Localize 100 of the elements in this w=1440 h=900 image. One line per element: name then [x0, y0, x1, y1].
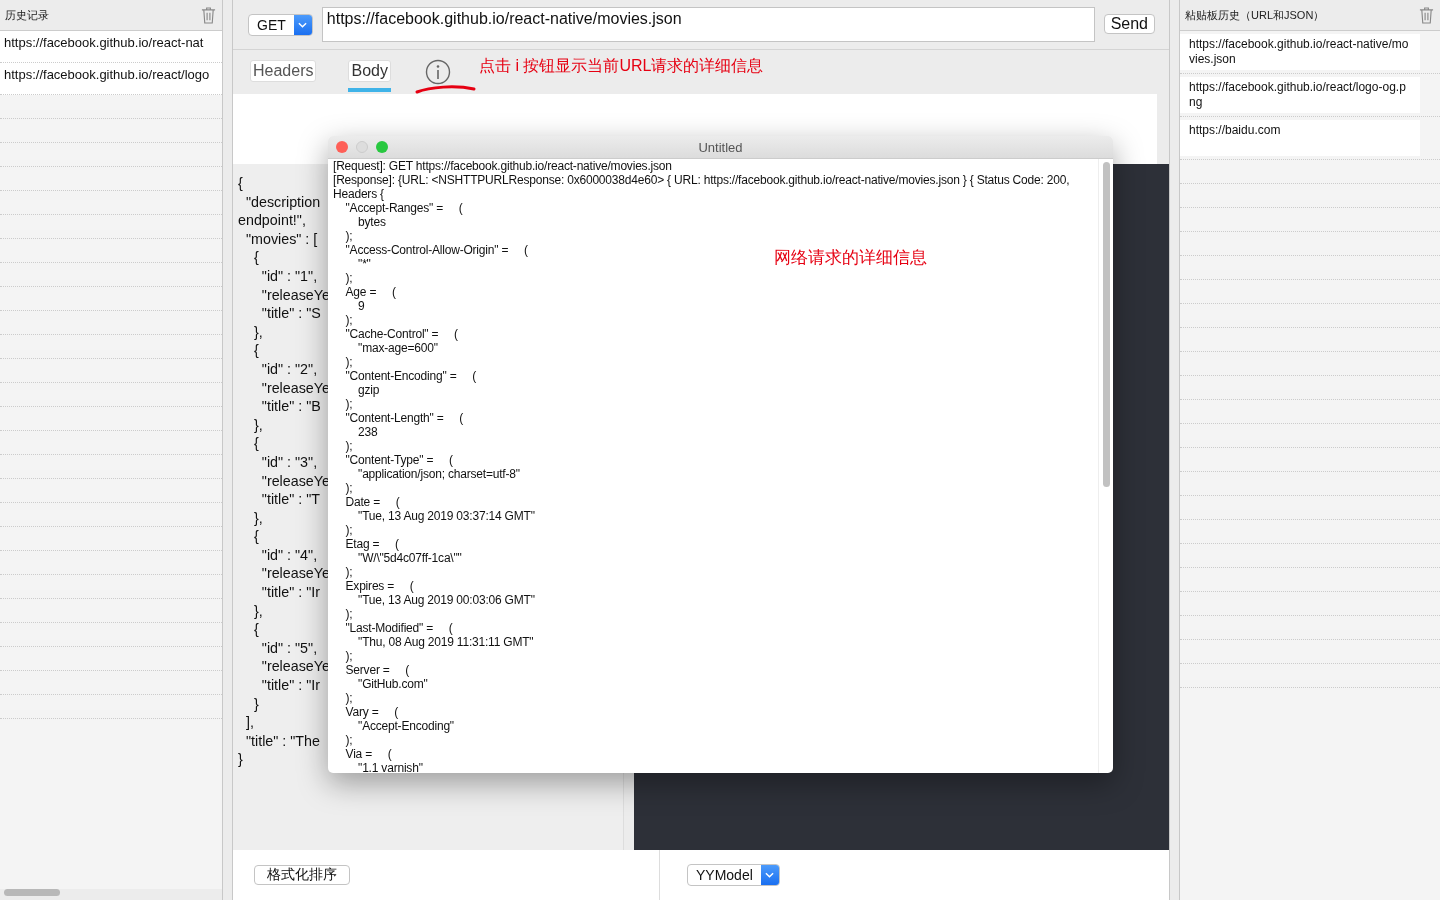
clipboard-item[interactable]: https://facebook.github.io/react/logo-og.png: [1180, 77, 1420, 113]
response-line: "*": [357, 257, 371, 271]
response-line: );: [344, 355, 353, 369]
json-line: "id" : "1",: [260, 266, 318, 286]
response-line: );: [344, 691, 353, 705]
trash-icon[interactable]: [201, 6, 216, 24]
response-line: );: [344, 523, 353, 537]
json-line: "title" : "B: [260, 397, 321, 416]
response-line: "Tue, 13 Aug 2019 03:37:14 GMT": [357, 509, 535, 523]
json-line: },: [252, 322, 263, 342]
response-line: );: [344, 271, 353, 285]
json-line: },: [252, 415, 263, 435]
history-item[interactable]: https://facebook.github.io/react-nat: [0, 31, 222, 63]
response-line: "W/\"5d4c07ff-1ca\"": [357, 551, 462, 565]
response-line: );: [344, 229, 353, 243]
response-line: gzip: [357, 383, 380, 397]
json-line: "releaseYe: [260, 471, 330, 491]
minimize-icon[interactable]: [356, 141, 368, 153]
json-line: },: [252, 601, 263, 621]
json-line: "title" : "T: [260, 490, 320, 509]
chevron-icon: [765, 872, 775, 878]
chevron-icon: [298, 22, 308, 28]
json-line: }: [252, 694, 259, 714]
response-line: Vary = (: [344, 705, 398, 719]
response-line: );: [344, 397, 353, 411]
json-line: "id" : "5",: [260, 638, 318, 658]
info-icon[interactable]: [424, 59, 451, 85]
response-line: Age = (: [344, 285, 396, 299]
response-line: "Content-Encoding" = (: [344, 369, 476, 383]
response-line: Server = (: [344, 663, 410, 677]
json-line: "id" : "4",: [260, 545, 318, 565]
json-line: "releaseYe: [260, 378, 330, 398]
response-line: "max-age=600": [357, 341, 438, 355]
zoom-icon[interactable]: [376, 141, 388, 153]
json-line: "movies" : [: [244, 229, 318, 249]
json-line: },: [252, 508, 263, 528]
response-line: );: [344, 565, 353, 579]
method-select[interactable]: GET: [248, 14, 313, 36]
response-line: "Accept-Encoding": [357, 719, 454, 733]
response-line: "Access-Control-Allow-Origin" = (: [344, 243, 528, 257]
response-line: "Last-Modified" = (: [344, 621, 453, 635]
json-line: {: [252, 248, 259, 267]
json-line: ],: [244, 713, 254, 732]
json-line: "title" : "Ir: [260, 583, 320, 602]
clipboard-item[interactable]: https://baidu.com: [1180, 120, 1420, 156]
response-line: "Cache-Control" = (: [344, 327, 458, 341]
json-line: "releaseYe: [260, 564, 330, 584]
json-line: "releaseYe: [260, 657, 330, 677]
history-item[interactable]: https://facebook.github.io/react/logo: [0, 63, 222, 95]
json-line: {: [252, 434, 259, 453]
response-line: Etag = (: [344, 537, 399, 551]
sidebar-title: 粘贴板历史（URL和JSON）: [1185, 7, 1325, 23]
response-line: 238: [357, 425, 378, 439]
response-line: "application/json; charset=utf-8": [357, 467, 520, 481]
response-line: Via = (: [344, 747, 392, 761]
response-line: );: [344, 649, 353, 663]
json-line: {: [238, 174, 243, 193]
response-line: 9: [357, 299, 365, 313]
response-line: "Content-Type" = (: [344, 453, 453, 467]
url-field[interactable]: https://facebook.github.io/react-native/movies.json: [321, 7, 1095, 42]
response-line: "GitHub.com": [357, 677, 428, 691]
json-line: }: [238, 750, 243, 769]
json-line: endpoint!",: [238, 211, 306, 230]
annotation-text: 网络请求的详细信息: [774, 247, 927, 269]
response-line: "Accept-Ranges" = (: [344, 201, 463, 215]
send-button[interactable]: Send: [1103, 14, 1155, 34]
response-line: Expires = (: [344, 579, 414, 593]
response-line: "Content-Length" = (: [344, 411, 463, 425]
sidebar-title: 历史记录: [5, 7, 49, 23]
json-line: {: [252, 620, 259, 639]
scrollbar[interactable]: [4, 889, 60, 896]
response-line: [Request]: GET https://facebook.github.io/react-native/movies.json: [333, 159, 672, 173]
response-line: "Tue, 13 Aug 2019 00:03:06 GMT": [357, 593, 535, 607]
json-line: "title" : "Ir: [260, 676, 320, 695]
scrollbar[interactable]: [1102, 162, 1110, 487]
response-line: );: [344, 607, 353, 621]
response-line: bytes: [357, 215, 386, 229]
annotation-text: 点击 i 按钮显示当前URL请求的详细信息: [478, 55, 764, 76]
response-line: );: [344, 733, 353, 747]
response-line: );: [344, 313, 353, 327]
json-line: "description: [244, 192, 321, 212]
response-line: );: [344, 481, 353, 495]
json-line: "title" : "S: [260, 304, 321, 323]
model-select[interactable]: YYModel: [687, 864, 780, 886]
json-line: {: [252, 341, 259, 360]
close-icon[interactable]: [336, 141, 348, 153]
clipboard-item[interactable]: https://facebook.github.io/react-native/movies.json: [1180, 34, 1420, 70]
json-line: {: [252, 527, 259, 546]
format-button[interactable]: 格式化排序: [254, 865, 350, 885]
response-line: Date = (: [344, 495, 400, 509]
response-line: "1.1 varnish": [357, 761, 423, 773]
json-line: "id" : "3",: [260, 452, 318, 472]
window-title: Untitled: [698, 139, 743, 155]
json-line: "releaseYe: [260, 285, 330, 305]
response-line: );: [344, 439, 353, 453]
json-line: "title" : "The: [244, 731, 320, 751]
underline-scribble: [415, 84, 477, 94]
response-line: "Thu, 08 Aug 2019 11:31:11 GMT": [357, 635, 534, 649]
trash-icon[interactable]: [1419, 6, 1434, 24]
response-line: [Response]: {URL: <NSHTTPURLResponse: 0x6000038d4e60> { URL: https://facebook.github.io/react-native/movies.json } { Status Code: 200, Headers {: [333, 173, 1071, 201]
